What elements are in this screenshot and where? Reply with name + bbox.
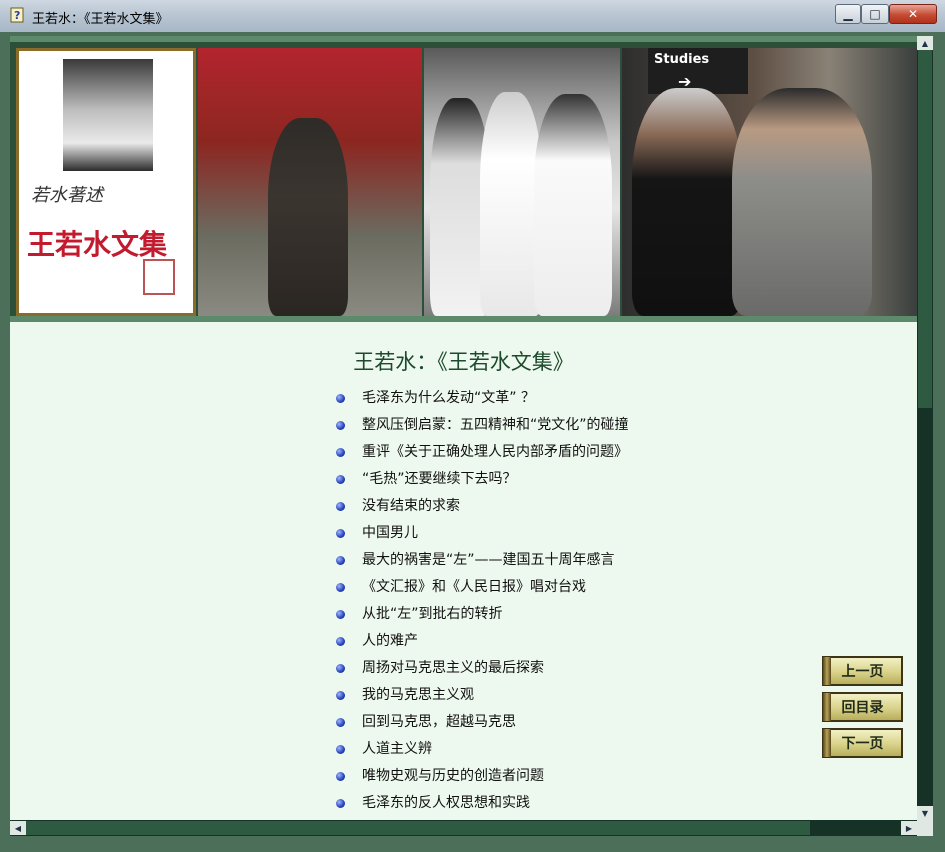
article-link[interactable]: 中国男儿: [336, 520, 629, 547]
help-document-icon: ?: [10, 7, 24, 23]
bullet-icon: [336, 556, 345, 565]
arrow-left-icon: ◀: [14, 823, 22, 833]
close-button[interactable]: ✕: [889, 4, 937, 24]
close-icon: ✕: [907, 7, 919, 21]
photo-figure: [732, 88, 872, 316]
article-link[interactable]: 人道主义辨: [336, 736, 629, 763]
group-bw-photo: [424, 48, 620, 316]
maximize-button[interactable]: □: [861, 4, 889, 24]
minimize-button[interactable]: ▁: [835, 4, 861, 24]
bullet-icon: [336, 664, 345, 673]
bullet-icon: [336, 637, 345, 646]
scroll-down-button[interactable]: ▼: [917, 806, 933, 820]
window-titlebar[interactable]: ? 王若水：《王若水文集》 ▁ □ ✕: [0, 0, 945, 32]
bullet-icon: [336, 718, 345, 727]
article-link[interactable]: 毛泽东的反人权思想和实践: [336, 790, 629, 817]
content-area: 王若水：《王若水文集》 毛泽东为什么发动“文革” ？ 整风压倒启蒙：五四精神和“…: [10, 322, 917, 820]
minimize-icon: ▁: [843, 7, 853, 21]
article-link[interactable]: “毛热”还要继续下去吗？: [336, 466, 629, 493]
svg-text:?: ?: [14, 9, 20, 22]
campus-gate-photo: [198, 48, 422, 316]
photo-figure: [632, 88, 742, 316]
bullet-icon: [336, 691, 345, 700]
book-cover-photo: 若水著述 王若水文集: [16, 48, 196, 316]
document-viewport: 若水著述 王若水文集 Studies ➔ 王若水：《王若水文集》 毛泽东为什么发…: [10, 36, 917, 820]
window-title: 王若水：《王若水文集》: [32, 12, 169, 27]
article-link[interactable]: 最大的祸害是“左”——建国五十周年感言: [336, 547, 629, 574]
studies-sign-text: Studies: [654, 52, 710, 67]
photo-figure: [534, 94, 612, 316]
article-link[interactable]: 毛泽东为什么发动“文革” ？: [336, 385, 629, 412]
bullet-icon: [336, 475, 345, 484]
vertical-scrollbar[interactable]: ▲ ▼: [917, 36, 933, 820]
arrow-down-icon: ▼: [921, 808, 929, 818]
horizontal-scroll-thumb[interactable]: [26, 821, 810, 835]
article-link[interactable]: 我的马克思主义观: [336, 682, 629, 709]
scroll-left-button[interactable]: ◀: [10, 821, 26, 835]
bullet-icon: [336, 529, 345, 538]
bullet-icon: [336, 421, 345, 430]
scroll-right-button[interactable]: ▶: [901, 821, 917, 835]
next-page-button[interactable]: 下一页: [822, 728, 903, 758]
signature: 若水著述: [31, 185, 103, 206]
page-title: 王若水：《王若水文集》: [353, 350, 574, 374]
bullet-icon: [336, 610, 345, 619]
article-link[interactable]: 没有结束的求索: [336, 493, 629, 520]
article-link[interactable]: 从批“左”到批右的转折: [336, 601, 629, 628]
vertical-scroll-thumb[interactable]: [918, 50, 932, 408]
maximize-icon: □: [869, 7, 881, 21]
photo-figure: [480, 92, 542, 316]
article-list: 毛泽东为什么发动“文革” ？ 整风压倒启蒙：五四精神和“党文化”的碰撞 重评《关…: [336, 385, 629, 817]
arrow-right-icon: ▶: [905, 823, 913, 833]
article-link[interactable]: 周扬对马克思主义的最后探索: [336, 655, 629, 682]
back-to-contents-button[interactable]: 回目录: [822, 692, 903, 722]
article-link[interactable]: 《文汇报》和《人民日报》唱对台戏: [336, 574, 629, 601]
horizontal-scrollbar[interactable]: ◀ ▶: [10, 820, 917, 836]
collection-logo: 王若水文集: [27, 228, 168, 261]
article-link[interactable]: 重评《关于正确处理人民内部矛盾的问题》: [336, 439, 629, 466]
article-link[interactable]: 整风压倒启蒙：五四精神和“党文化”的碰撞: [336, 412, 629, 439]
article-link[interactable]: 回到马克思，超越马克思: [336, 709, 629, 736]
article-link[interactable]: 唯物史观与历史的创造者问题: [336, 763, 629, 790]
bullet-icon: [336, 394, 345, 403]
scroll-up-button[interactable]: ▲: [917, 36, 933, 50]
bullet-icon: [336, 745, 345, 754]
red-seal-stamp: [143, 259, 175, 295]
bullet-icon: [336, 583, 345, 592]
scrollbar-corner: [917, 820, 933, 836]
prev-page-button[interactable]: 上一页: [822, 656, 903, 686]
article-link[interactable]: 人的难产: [336, 628, 629, 655]
bullet-icon: [336, 772, 345, 781]
bullet-icon: [336, 799, 345, 808]
conversation-photo: Studies ➔: [622, 48, 917, 316]
arrow-up-icon: ▲: [921, 38, 929, 48]
bullet-icon: [336, 448, 345, 457]
author-portrait: [63, 59, 153, 171]
photo-figure: [268, 118, 348, 316]
photo-banner: 若水著述 王若水文集 Studies ➔: [10, 36, 917, 322]
bullet-icon: [336, 502, 345, 511]
